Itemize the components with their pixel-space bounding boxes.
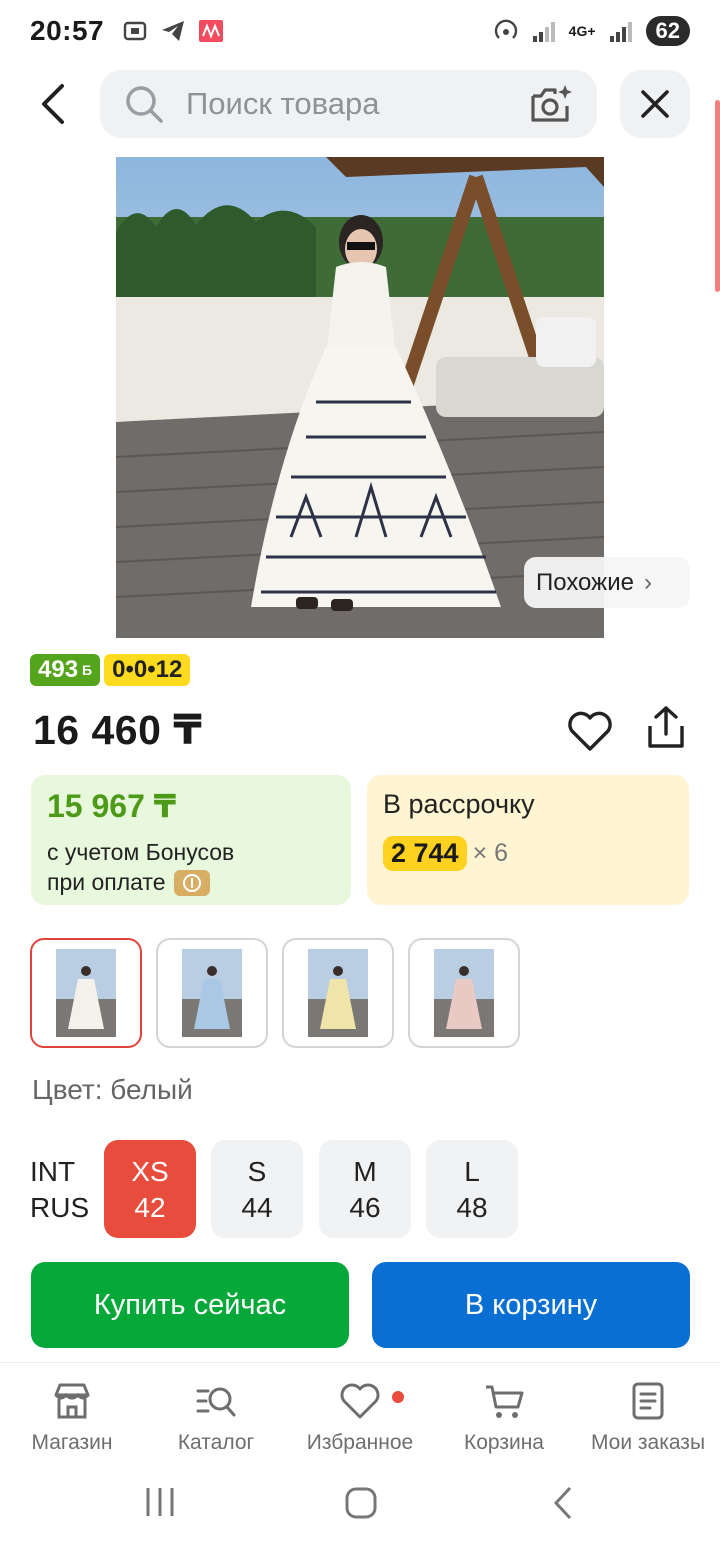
status-time: 20:57 [30,15,105,46]
system-back-icon[interactable] [548,1484,578,1522]
nav-item-cart[interactable]: Корзина [432,1379,576,1455]
color-thumb-blue[interactable] [156,938,268,1048]
nav-item-catalog[interactable]: Каталог [144,1379,288,1455]
similar-label: Похожие [536,568,634,596]
back-arrow-icon[interactable] [34,82,74,126]
size-rus: 44 [241,1192,273,1223]
bonus-line1: с учетом Бонусов [47,839,235,865]
share-icon[interactable] [642,704,690,752]
size-option-l[interactable]: L 48 [426,1140,518,1238]
scroll-indicator [715,100,720,292]
size-option-xs[interactable]: XS 42 [104,1140,196,1238]
size-system-labels: INT RUS [30,1154,89,1226]
size-label-int: INT [30,1156,76,1187]
network-type: 4G+ [568,23,596,39]
size-option-s[interactable]: S 44 [211,1140,303,1238]
battery-badge: 62 [645,16,690,46]
cart-icon [486,1385,524,1418]
search-row: Поиск товара [0,70,720,140]
close-icon [641,90,669,118]
search-placeholder: Поиск товара [186,86,380,121]
similar-button[interactable]: Похожие › [524,557,690,608]
color-variants [30,938,520,1048]
size-rus: 46 [349,1192,381,1223]
badges-row: 493 Б 0•0•12 [30,654,191,686]
heart-icon [340,1383,380,1419]
color-label: Цвет: белый [32,1074,193,1105]
variant-photo [182,949,242,1037]
color-thumb-white[interactable] [30,938,142,1048]
bonus-line2: при оплате [47,869,166,895]
size-option-m[interactable]: M 46 [319,1140,411,1238]
bonus-price: 15 967 ₸ [47,788,177,824]
nav-item-store[interactable]: Магазин [0,1379,144,1455]
installment-badge: 0•0•12 [104,654,191,686]
camera-search-icon[interactable] [529,82,575,126]
bonus-badge-unit: Б [82,662,93,678]
app-red-icon [199,20,224,42]
heart-icon[interactable] [566,708,614,754]
nav-label: Каталог [177,1431,255,1454]
search-input[interactable]: Поиск товара [100,70,597,138]
bottom-nav: Магазин Каталог Избранное Корзина Мои за… [0,1362,720,1462]
installment-amount: 2 744 [383,836,467,871]
bonus-badge-value: 493 [38,656,79,683]
product-price: 16 460 ₸ [33,707,203,753]
size-rus: 48 [456,1192,488,1223]
size-label-rus: RUS [30,1192,90,1223]
nav-label: Корзина [464,1431,544,1454]
close-button[interactable] [620,70,690,138]
color-thumb-yellow[interactable] [282,938,394,1048]
nav-item-favorites[interactable]: Избранное [288,1379,432,1455]
installment-card[interactable]: В рассрочку 2 744 × 6 [367,775,689,905]
signal-icon-2 [609,22,632,42]
hotspot-icon [494,19,517,39]
size-rus: 42 [134,1192,166,1223]
size-int: M [353,1156,377,1187]
telegram-icon [162,21,185,41]
catalog-search-icon [196,1387,236,1417]
orders-icon [632,1382,664,1420]
installment-title: В рассрочку [383,789,535,819]
installment-multiplier: × 6 [472,839,509,867]
store-icon [54,1383,90,1419]
add-to-cart-button[interactable]: В корзину [372,1262,690,1348]
home-icon[interactable] [342,1484,380,1522]
color-thumb-pink[interactable] [408,938,520,1048]
size-int: L [464,1156,480,1187]
chevron-right-icon: › [643,568,652,596]
notification-dot [392,1391,404,1403]
recents-icon[interactable] [140,1484,180,1520]
buy-now-button[interactable]: Купить сейчас [31,1262,349,1348]
size-int: S [247,1156,267,1187]
signal-icon [532,22,555,42]
nav-item-orders[interactable]: Мои заказы [576,1379,720,1455]
nav-label: Магазин [31,1431,113,1454]
nav-label: Мои заказы [590,1431,706,1454]
bonus-badge: 493 Б [30,654,101,686]
variant-photo [434,949,494,1037]
bonus-coin-icon [173,869,210,896]
screen-record-icon [123,21,147,41]
search-icon [126,86,163,123]
size-int: XS [131,1156,169,1187]
variant-photo [308,949,368,1037]
variant-photo [56,949,116,1037]
status-bar: 20:57 4G+ 62 [0,0,720,62]
bonus-price-card[interactable]: 15 967 ₸ с учетом Бонусов при оплате [31,775,351,905]
nav-label: Избранное [306,1431,414,1454]
system-navigation [0,1462,720,1544]
